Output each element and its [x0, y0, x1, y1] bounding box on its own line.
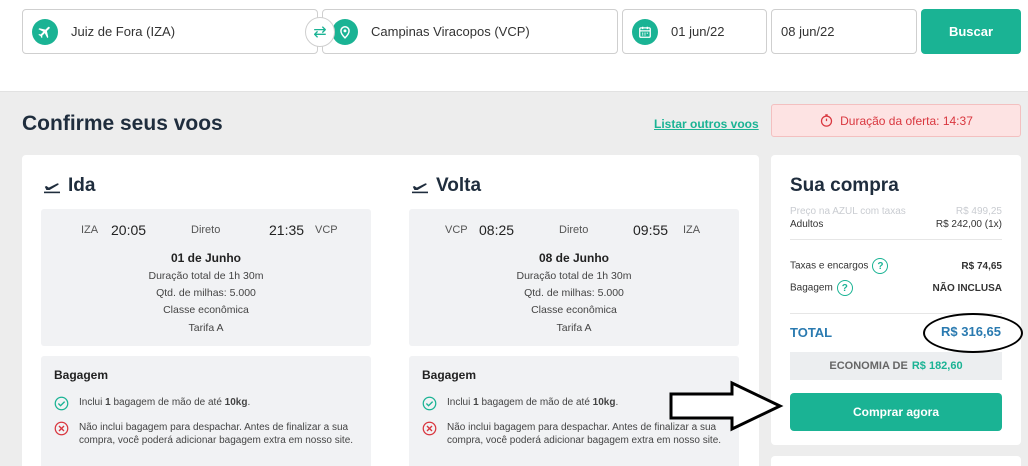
check-circle-icon — [422, 396, 440, 411]
inbound-duration: Duração total de 1h 30m — [516, 270, 632, 282]
takeoff-icon — [412, 183, 428, 194]
taxes-row: Taxas e encargos? R$ 74,65 — [790, 258, 1002, 274]
outbound-from: IZA — [81, 224, 99, 236]
baggage-title: Bagagem — [422, 368, 477, 382]
inbound-miles: Qtd. de milhas: 5.000 — [524, 287, 624, 299]
inbound-to: IZA — [683, 224, 701, 236]
page-title: Confirme seus voos — [22, 112, 223, 135]
offer-timer-label: Duração da oferta: 14:37 — [840, 113, 973, 128]
return-date-field[interactable]: 08 jun/22 — [771, 9, 917, 54]
x-circle-icon — [54, 421, 72, 447]
origin-field[interactable]: Juiz de Fora (IZA) — [22, 9, 318, 54]
destination-field[interactable]: Campinas Viracopos (VCP) — [322, 9, 618, 54]
check-circle-icon — [54, 396, 72, 411]
inbound-stops: Direto — [559, 224, 589, 236]
inbound-title-label: Volta — [436, 175, 482, 196]
outbound-duration: Duração total de 1h 30m — [148, 270, 264, 282]
buy-now-button[interactable]: Comprar agora — [790, 393, 1002, 431]
inbound-date: 08 de Junho — [538, 251, 609, 265]
azul-price-row: Preço na AZUL com taxas R$ 499,25 — [790, 206, 1002, 217]
inbound-from: VCP — [445, 224, 468, 236]
taxes-value: R$ 74,65 — [961, 260, 1002, 272]
airplane-icon — [32, 18, 58, 45]
summary-lower-panel — [771, 456, 1021, 466]
inbound-depart-time: 08:25 — [479, 222, 515, 238]
outbound-to: VCP — [315, 224, 338, 236]
flights-panel: Ida IZA 20:05 Direto 21:35 VCP 01 de Jun… — [22, 155, 759, 466]
stopwatch-icon — [819, 113, 834, 128]
taxes-label: Taxas e encargos — [790, 260, 869, 272]
baggage-title: Bagagem — [54, 368, 109, 382]
economy-badge: ECONOMIA DE R$ 182,60 — [790, 352, 1002, 380]
baggage-value: NÃO INCLUSA — [932, 282, 1002, 294]
baggage-included-line: Inclui 1 bagagem de mão de até 10kg. — [54, 396, 250, 411]
list-other-flights-link[interactable]: Listar outros voos — [654, 117, 759, 131]
adults-row: Adultos R$ 242,00 (1x) — [790, 219, 1002, 230]
total-label: TOTAL — [790, 325, 833, 340]
depart-date-value: 01 jun/22 — [671, 24, 725, 39]
location-pin-icon — [332, 18, 358, 45]
outbound-miles: Qtd. de milhas: 5.000 — [156, 287, 256, 299]
inbound-cabin: Classe econômica — [531, 304, 617, 316]
azul-price-value: R$ 499,25 — [955, 206, 1002, 217]
outbound-depart-time: 20:05 — [111, 222, 147, 238]
outbound-date: 01 de Junho — [170, 251, 241, 265]
baggage-row: Bagagem? NÃO INCLUSA — [790, 280, 1002, 296]
inbound-fare: Tarifa A — [556, 322, 592, 334]
destination-value: Campinas Viracopos (VCP) — [371, 24, 530, 39]
adults-label: Adultos — [790, 219, 824, 230]
search-bar: Juiz de Fora (IZA) ⇄ Campinas Viracopos … — [0, 0, 1028, 92]
help-icon[interactable]: ? — [872, 258, 889, 274]
takeoff-icon — [44, 183, 60, 194]
outbound-title: Ida — [42, 175, 95, 197]
summary-title: Sua compra — [790, 175, 899, 196]
annotation-arrow-icon — [669, 380, 784, 432]
return-date-value: 08 jun/22 — [781, 24, 835, 39]
outbound-flight-card[interactable]: IZA 20:05 Direto 21:35 VCP 01 de Junho D… — [41, 209, 371, 346]
x-circle-icon — [422, 421, 440, 447]
search-button[interactable]: Buscar — [921, 9, 1021, 54]
baggage-not-included-line: Não inclui bagagem para despachar. Antes… — [54, 421, 354, 447]
divider — [790, 239, 1002, 240]
calendar-icon — [632, 18, 658, 45]
baggage-label: Bagagem — [790, 282, 833, 294]
azul-price-label: Preço na AZUL com taxas — [790, 206, 906, 217]
outbound-arrive-time: 21:35 — [269, 222, 305, 238]
outbound-baggage-card: Bagagem Inclui 1 bagagem de mão de até 1… — [41, 356, 371, 466]
adults-value: R$ 242,00 (1x) — [935, 219, 1002, 230]
outbound-fare: Tarifa A — [188, 322, 224, 334]
annotation-ring — [923, 313, 1023, 353]
inbound-title: Volta — [410, 175, 481, 197]
economy-value: R$ 182,60 — [911, 360, 963, 372]
inbound-flight-card[interactable]: VCP 08:25 Direto 09:55 IZA 08 de Junho D… — [409, 209, 739, 346]
outbound-title-label: Ida — [68, 175, 96, 196]
offer-timer: Duração da oferta: 14:37 — [771, 104, 1021, 137]
origin-value: Juiz de Fora (IZA) — [71, 24, 176, 39]
outbound-stops: Direto — [191, 224, 221, 236]
help-icon[interactable]: ? — [836, 280, 853, 296]
baggage-included-line: Inclui 1 bagagem de mão de até 10kg. — [422, 396, 618, 411]
depart-date-field[interactable]: 01 jun/22 — [622, 9, 767, 54]
economy-label: ECONOMIA DE — [829, 360, 908, 372]
outbound-cabin: Classe econômica — [163, 304, 249, 316]
inbound-arrive-time: 09:55 — [633, 222, 669, 238]
swap-icon[interactable]: ⇄ — [305, 17, 335, 47]
